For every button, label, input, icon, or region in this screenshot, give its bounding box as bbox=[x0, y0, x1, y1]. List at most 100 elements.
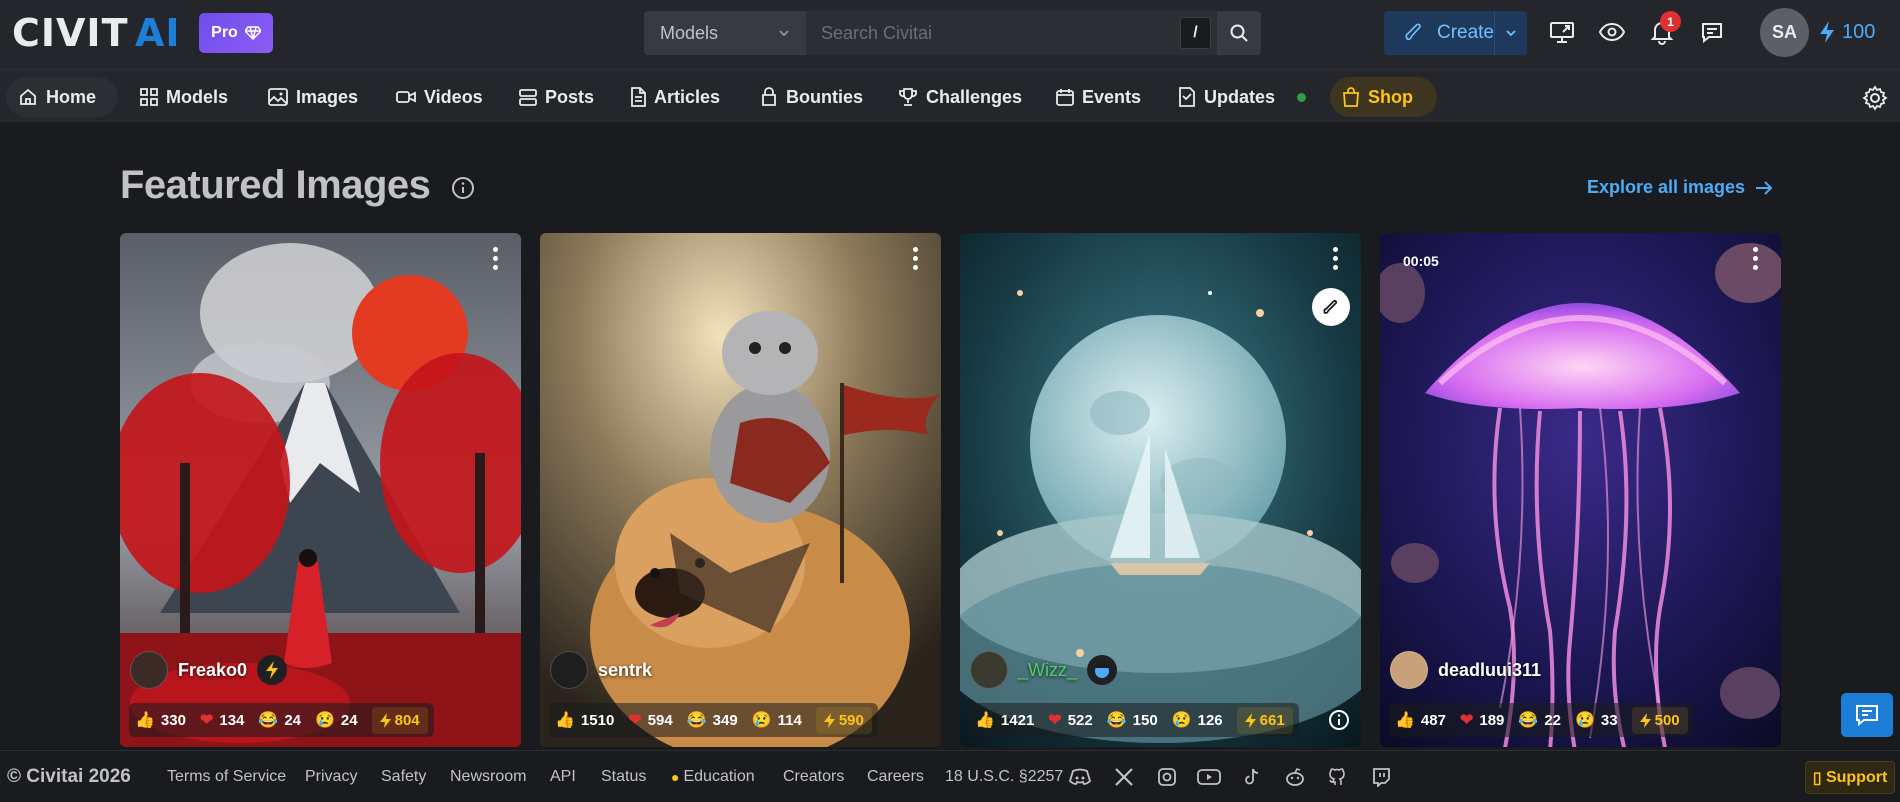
card-menu-button[interactable] bbox=[1753, 247, 1759, 270]
like-reaction[interactable]: 👍 1421 bbox=[975, 710, 1034, 730]
footer-link-privacy[interactable]: Privacy bbox=[305, 768, 357, 786]
x-twitter-icon[interactable] bbox=[1112, 765, 1136, 789]
laugh-reaction[interactable]: 😂 150 bbox=[1107, 710, 1158, 730]
brush-icon bbox=[1323, 299, 1338, 314]
username[interactable]: Freako0 bbox=[178, 660, 247, 681]
footer-link-terms[interactable]: Terms of Service bbox=[167, 768, 286, 786]
nav-item-images[interactable]: Images bbox=[256, 77, 370, 117]
cry-reaction[interactable]: 😢 114 bbox=[752, 710, 802, 730]
nav-item-home[interactable]: Home bbox=[6, 77, 118, 117]
search-button[interactable] bbox=[1217, 11, 1261, 55]
pro-badge[interactable]: Pro bbox=[199, 13, 273, 53]
tiktok-icon[interactable] bbox=[1240, 765, 1264, 789]
shopping-bag-icon bbox=[1343, 87, 1359, 107]
card-user[interactable]: Freako0 bbox=[130, 651, 288, 689]
image-card[interactable]: sentrk 👍 1510 ❤ 594 😂 349 😢 114 590 bbox=[540, 233, 941, 747]
cry-reaction[interactable]: 😢 33 bbox=[1575, 710, 1618, 730]
lightning-icon bbox=[1820, 21, 1834, 43]
avatar[interactable] bbox=[130, 651, 168, 689]
nav-item-events[interactable]: Events bbox=[1044, 77, 1153, 117]
cry-reaction[interactable]: 😢 126 bbox=[1172, 710, 1223, 730]
twitch-icon[interactable] bbox=[1369, 765, 1393, 789]
avatar[interactable] bbox=[970, 651, 1008, 689]
instagram-icon[interactable] bbox=[1155, 765, 1179, 789]
visibility-toggle[interactable] bbox=[1597, 17, 1627, 47]
laugh-reaction[interactable]: 😂 22 bbox=[1518, 710, 1561, 730]
reddit-icon[interactable] bbox=[1283, 765, 1307, 789]
avatar[interactable] bbox=[550, 651, 588, 689]
nav-item-updates[interactable]: Updates bbox=[1166, 77, 1318, 117]
card-user[interactable]: deadluui311 bbox=[1390, 651, 1541, 689]
nav-label: Updates bbox=[1204, 86, 1276, 107]
pro-label: Pro bbox=[211, 24, 238, 41]
search-input[interactable] bbox=[807, 11, 1217, 55]
buzz-tip-button[interactable]: 804 bbox=[371, 706, 428, 734]
image-card[interactable]: _Wizz_ 👍 1421 ❤ 522 😂 150 😢 126 661 bbox=[960, 233, 1361, 747]
heart-reaction[interactable]: ❤ 522 bbox=[1048, 710, 1092, 730]
cry-reaction[interactable]: 😢 24 bbox=[315, 710, 358, 730]
buzz-tip-button[interactable]: 500 bbox=[1631, 706, 1688, 734]
laugh-reaction[interactable]: 😂 24 bbox=[258, 710, 301, 730]
card-menu-button[interactable] bbox=[1333, 247, 1339, 270]
github-icon[interactable] bbox=[1326, 765, 1350, 789]
search-category-select[interactable]: Models bbox=[644, 11, 807, 55]
buzz-tip-button[interactable]: 590 bbox=[815, 706, 872, 734]
thumbs-up-icon: 👍 bbox=[1395, 712, 1415, 729]
laugh-reaction[interactable]: 😂 349 bbox=[687, 710, 738, 730]
civitai-logo[interactable]: CIVIT AI bbox=[12, 14, 184, 52]
nav-item-models[interactable]: Models bbox=[128, 77, 240, 117]
username[interactable]: sentrk bbox=[598, 660, 652, 681]
create-button[interactable]: Create bbox=[1384, 11, 1527, 55]
footer-link-status[interactable]: Status bbox=[601, 768, 646, 786]
laugh-count: 22 bbox=[1544, 711, 1561, 729]
notifications-button[interactable]: 1 bbox=[1647, 11, 1681, 47]
thumbs-up-icon: 👍 bbox=[135, 712, 155, 729]
copyright: © Civitai 2026 bbox=[7, 766, 131, 787]
card-menu-button[interactable] bbox=[913, 247, 919, 270]
card-user[interactable]: _Wizz_ bbox=[970, 651, 1118, 689]
footer-link-education[interactable]: ● Education bbox=[671, 768, 755, 786]
heart-reaction[interactable]: ❤ 189 bbox=[1460, 710, 1504, 730]
video-card[interactable]: 00:05 deadluui311 👍 487 ❤ 189 😂 22 😢 33 500 bbox=[1380, 233, 1781, 747]
create-dropdown-toggle[interactable] bbox=[1494, 11, 1527, 55]
footer-link-2257[interactable]: 18 U.S.C. §2257 bbox=[945, 768, 1063, 786]
footer-link-safety[interactable]: Safety bbox=[381, 768, 426, 786]
chat-button[interactable] bbox=[1697, 17, 1727, 47]
nav-item-challenges[interactable]: Challenges bbox=[886, 77, 1034, 117]
nav-item-videos[interactable]: Videos bbox=[384, 77, 495, 117]
settings-button[interactable] bbox=[1862, 85, 1888, 116]
footer-link-newsroom[interactable]: Newsroom bbox=[450, 768, 526, 786]
heart-reaction[interactable]: ❤ 594 bbox=[628, 710, 672, 730]
nav-item-shop[interactable]: Shop bbox=[1330, 77, 1437, 117]
nav-item-articles[interactable]: Articles bbox=[618, 77, 732, 117]
like-reaction[interactable]: 👍 1510 bbox=[555, 710, 614, 730]
buzz-tip-button[interactable]: 661 bbox=[1236, 706, 1293, 734]
support-button[interactable]: ▯ Support bbox=[1805, 761, 1895, 794]
footer-link-creators[interactable]: Creators bbox=[783, 768, 844, 786]
reaction-bar: 👍 487 ❤ 189 😂 22 😢 33 500 bbox=[1389, 703, 1694, 737]
monitor-upload-button[interactable] bbox=[1547, 17, 1577, 47]
discord-icon[interactable] bbox=[1068, 765, 1092, 789]
nav-item-bounties[interactable]: Bounties bbox=[748, 77, 875, 117]
footer-link-api[interactable]: API bbox=[550, 768, 576, 786]
remix-button[interactable] bbox=[1312, 288, 1350, 326]
like-reaction[interactable]: 👍 487 bbox=[1395, 710, 1446, 730]
avatar[interactable] bbox=[1390, 651, 1428, 689]
nav-item-posts[interactable]: Posts bbox=[507, 77, 606, 117]
reaction-bar: 👍 330 ❤ 134 😂 24 😢 24 804 bbox=[129, 703, 434, 737]
card-user[interactable]: sentrk bbox=[550, 651, 652, 689]
username[interactable]: _Wizz_ bbox=[1018, 660, 1077, 681]
image-info-button[interactable] bbox=[1328, 709, 1350, 736]
user-avatar[interactable]: SA bbox=[1760, 8, 1809, 57]
footer-link-careers[interactable]: Careers bbox=[867, 768, 924, 786]
like-reaction[interactable]: 👍 330 bbox=[135, 710, 186, 730]
info-button[interactable] bbox=[451, 176, 475, 205]
heart-reaction[interactable]: ❤ 134 bbox=[200, 710, 244, 730]
image-card[interactable]: Freako0 👍 330 ❤ 134 😂 24 😢 24 804 bbox=[120, 233, 521, 747]
username[interactable]: deadluui311 bbox=[1438, 660, 1541, 681]
card-menu-button[interactable] bbox=[493, 247, 499, 270]
explore-all-images-link[interactable]: Explore all images bbox=[1587, 177, 1773, 198]
chat-widget-button[interactable] bbox=[1841, 693, 1893, 737]
youtube-icon[interactable] bbox=[1197, 765, 1221, 789]
buzz-balance[interactable]: 100 bbox=[1818, 20, 1875, 44]
